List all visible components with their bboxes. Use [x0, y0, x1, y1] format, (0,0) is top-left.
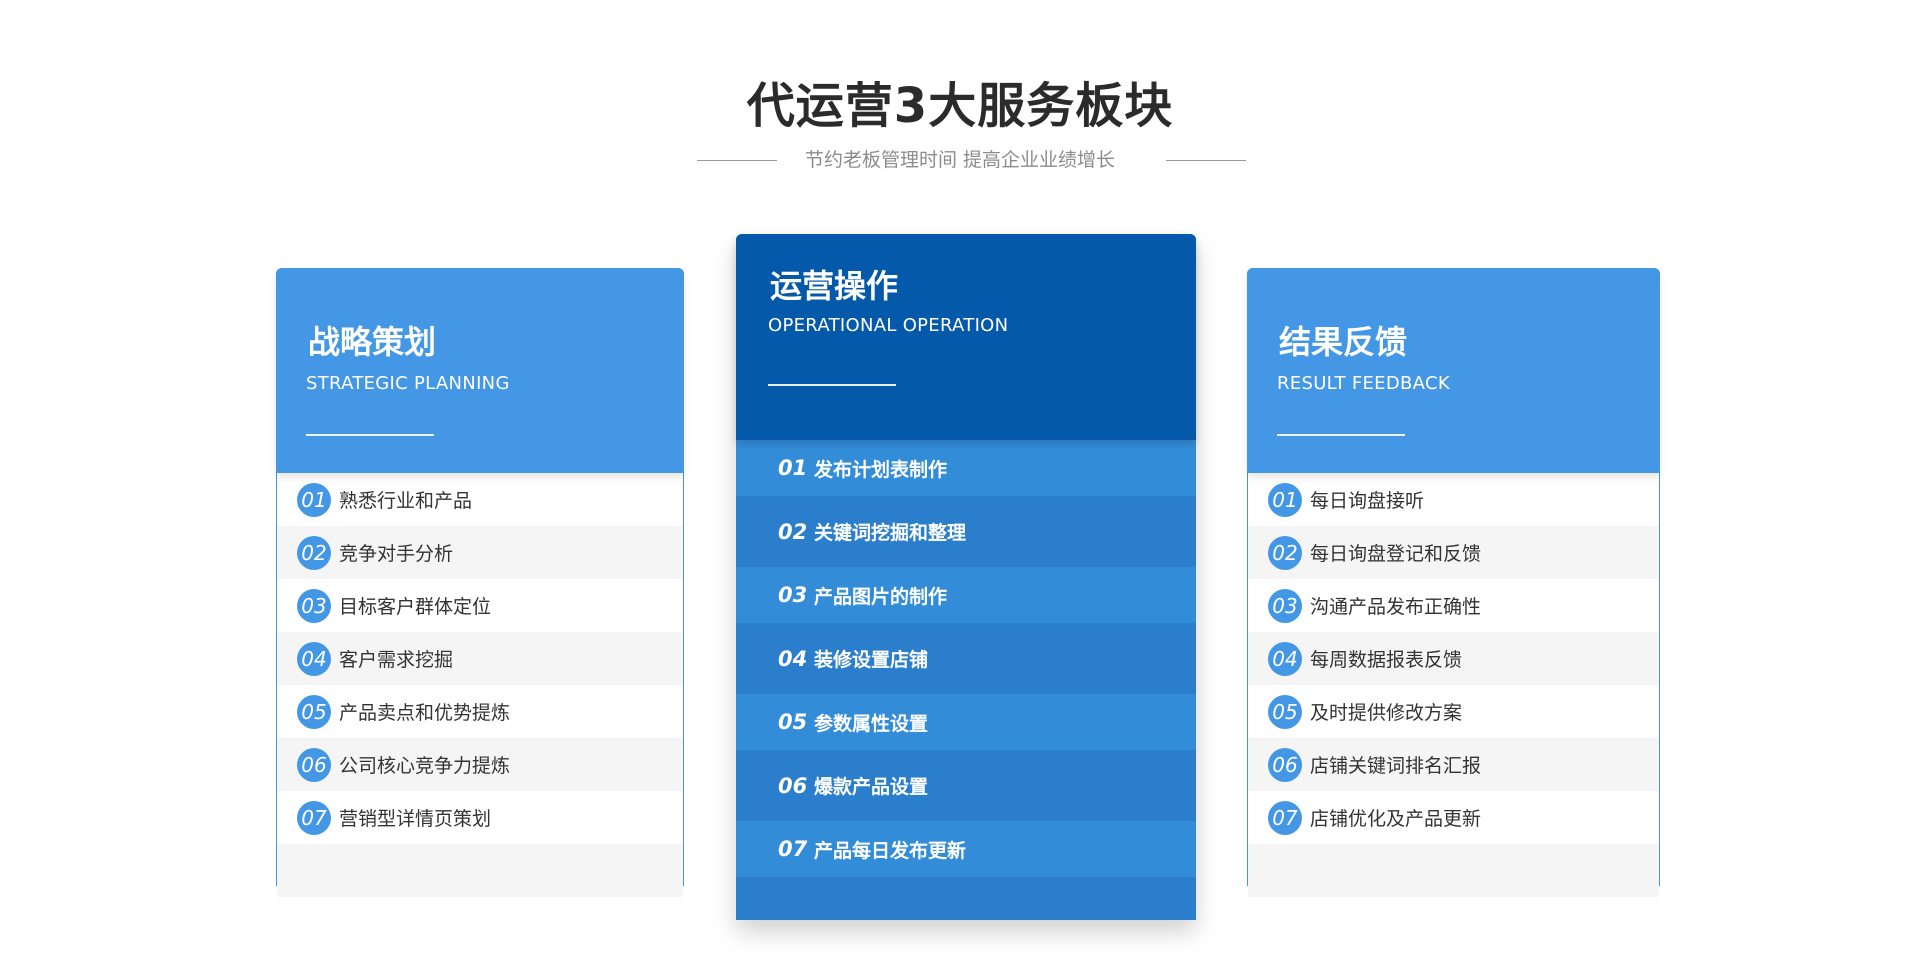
- list-item: 05 参数属性设置: [736, 694, 1196, 750]
- list-item-label: 熟悉行业和产品: [339, 490, 473, 512]
- list-item-label: 产品每日发布更新: [814, 839, 967, 862]
- list-item-label: 每周数据报表反馈: [1310, 649, 1463, 671]
- list-item-label: 目标客户群体定位: [339, 596, 492, 618]
- card-header-divider: [1277, 434, 1405, 436]
- list-item-label: 客户需求挖掘: [339, 649, 454, 671]
- number-badge: 03: [297, 588, 331, 623]
- number-badge: 01: [1268, 482, 1302, 517]
- list-item: 02 竞争对手分析: [277, 526, 683, 579]
- page-title: 代运营3大服务板块: [746, 78, 1174, 134]
- list-item: 04 客户需求挖掘: [277, 632, 683, 685]
- list-item-label: 竞争对手分析: [339, 543, 454, 565]
- list-item: 07 店铺优化及产品更新: [1248, 791, 1659, 844]
- list-item: 01 熟悉行业和产品: [277, 473, 683, 526]
- list-item: 01 每日询盘接听: [1248, 473, 1659, 526]
- number-badge: 03: [1268, 588, 1302, 623]
- list-item-label: 装修设置店铺: [814, 649, 929, 671]
- list-item-label: 公司核心竞争力提炼: [339, 755, 511, 777]
- item-number: 06: [778, 773, 808, 798]
- subtitle-row: 节约老板管理时间 提高企业业绩增长: [0, 146, 1920, 174]
- card-header: 结果反馈 RESULT FEEDBACK: [1247, 268, 1660, 473]
- number-badge: 07: [1268, 800, 1302, 835]
- item-number: 04: [778, 646, 808, 671]
- list-item: 02 关键词挖掘和整理: [736, 496, 1196, 567]
- card-subtitle: OPERATIONAL OPERATION: [768, 315, 1009, 336]
- list-item: 03 产品图片的制作: [736, 567, 1196, 623]
- list-item: 06 公司核心竞争力提炼: [277, 738, 683, 791]
- number-badge: 06: [1268, 747, 1302, 782]
- list-item-label: 发布计划表制作: [814, 458, 948, 481]
- list-item-label: 关键词挖掘和整理: [814, 522, 967, 544]
- item-number: 03: [778, 583, 808, 607]
- list-item-label: 每日询盘登记和反馈: [1310, 543, 1482, 565]
- service-list: 01 熟悉行业和产品 02 竞争对手分析 03 目标客户群体定位 04 客户需求挖掘 0…: [277, 473, 683, 897]
- list-item-spacer: [1248, 844, 1659, 897]
- service-list: 01 发布计划表制作 02 关键词挖掘和整理 03 产品图片的制作 04 装修设置店铺 …: [736, 440, 1196, 877]
- number-badge: 07: [297, 800, 331, 835]
- number-badge: 02: [297, 535, 331, 570]
- item-number: 07: [778, 837, 808, 861]
- list-item: 04 装修设置店铺: [736, 623, 1196, 694]
- list-item: 03 目标客户群体定位: [277, 579, 683, 632]
- page-subtitle: 节约老板管理时间 提高企业业绩增长: [804, 149, 1116, 171]
- list-item-spacer: [277, 844, 683, 897]
- card-subtitle: RESULT FEEDBACK: [1277, 373, 1450, 394]
- item-number: 01: [778, 456, 808, 480]
- list-item-label: 及时提供修改方案: [1310, 702, 1463, 724]
- card-title: 战略策划: [308, 323, 437, 361]
- strategic-planning-card: 战略策划 STRATEGIC PLANNING 01 熟悉行业和产品 02 竞争对手…: [276, 268, 684, 897]
- list-item: 07 产品每日发布更新: [736, 821, 1196, 877]
- list-item-label: 店铺关键词排名汇报: [1310, 755, 1482, 777]
- number-badge: 05: [1268, 694, 1302, 729]
- number-badge: 02: [1268, 535, 1302, 570]
- list-item: 01 发布计划表制作: [736, 440, 1196, 496]
- list-item-label: 产品卖点和优势提炼: [339, 702, 511, 724]
- number-badge: 04: [1268, 641, 1302, 676]
- list-item: 06 店铺关键词排名汇报: [1248, 738, 1659, 791]
- card-title: 运营操作: [770, 267, 899, 305]
- list-item: 05 及时提供修改方案: [1248, 685, 1659, 738]
- page: 代运营3大服务板块 节约老板管理时间 提高企业业绩增长 战略策划 STRATEG…: [0, 0, 1920, 957]
- card-header-divider: [306, 434, 434, 436]
- item-number: 05: [778, 710, 808, 734]
- list-item: 04 每周数据报表反馈: [1248, 632, 1659, 685]
- service-list: 01 每日询盘接听 02 每日询盘登记和反馈 03 沟通产品发布正确性 04 每周数据报…: [1248, 473, 1659, 897]
- number-badge: 05: [297, 694, 331, 729]
- item-number: 02: [778, 519, 808, 544]
- list-item-label: 店铺优化及产品更新: [1310, 808, 1482, 830]
- card-header-divider: [768, 384, 896, 386]
- result-feedback-card: 结果反馈 RESULT FEEDBACK 01 每日询盘接听 02 每日询盘登记和反…: [1247, 268, 1660, 897]
- list-item: 07 营销型详情页策划: [277, 791, 683, 844]
- card-header: 运营操作 OPERATIONAL OPERATION: [736, 234, 1196, 440]
- operational-operation-card: 运营操作 OPERATIONAL OPERATION 01 发布计划表制作 02 关…: [736, 234, 1196, 920]
- list-item: 03 沟通产品发布正确性: [1248, 579, 1659, 632]
- list-item-label: 爆款产品设置: [814, 776, 929, 798]
- list-item: 05 产品卖点和优势提炼: [277, 685, 683, 738]
- card-header: 战略策划 STRATEGIC PLANNING: [276, 268, 684, 473]
- number-badge: 04: [297, 641, 331, 676]
- card-subtitle: STRATEGIC PLANNING: [306, 373, 510, 394]
- subtitle-divider-right: [1166, 160, 1246, 161]
- list-item-label: 产品图片的制作: [814, 585, 948, 608]
- list-item: 02 每日询盘登记和反馈: [1248, 526, 1659, 579]
- number-badge: 06: [297, 747, 331, 782]
- list-item-label: 营销型详情页策划: [339, 808, 492, 830]
- number-badge: 01: [297, 482, 331, 517]
- list-item-label: 每日询盘接听: [1310, 490, 1425, 512]
- list-item-label: 参数属性设置: [814, 712, 929, 735]
- card-title: 结果反馈: [1279, 323, 1408, 361]
- list-item: 06 爆款产品设置: [736, 750, 1196, 821]
- list-item-label: 沟通产品发布正确性: [1310, 596, 1482, 618]
